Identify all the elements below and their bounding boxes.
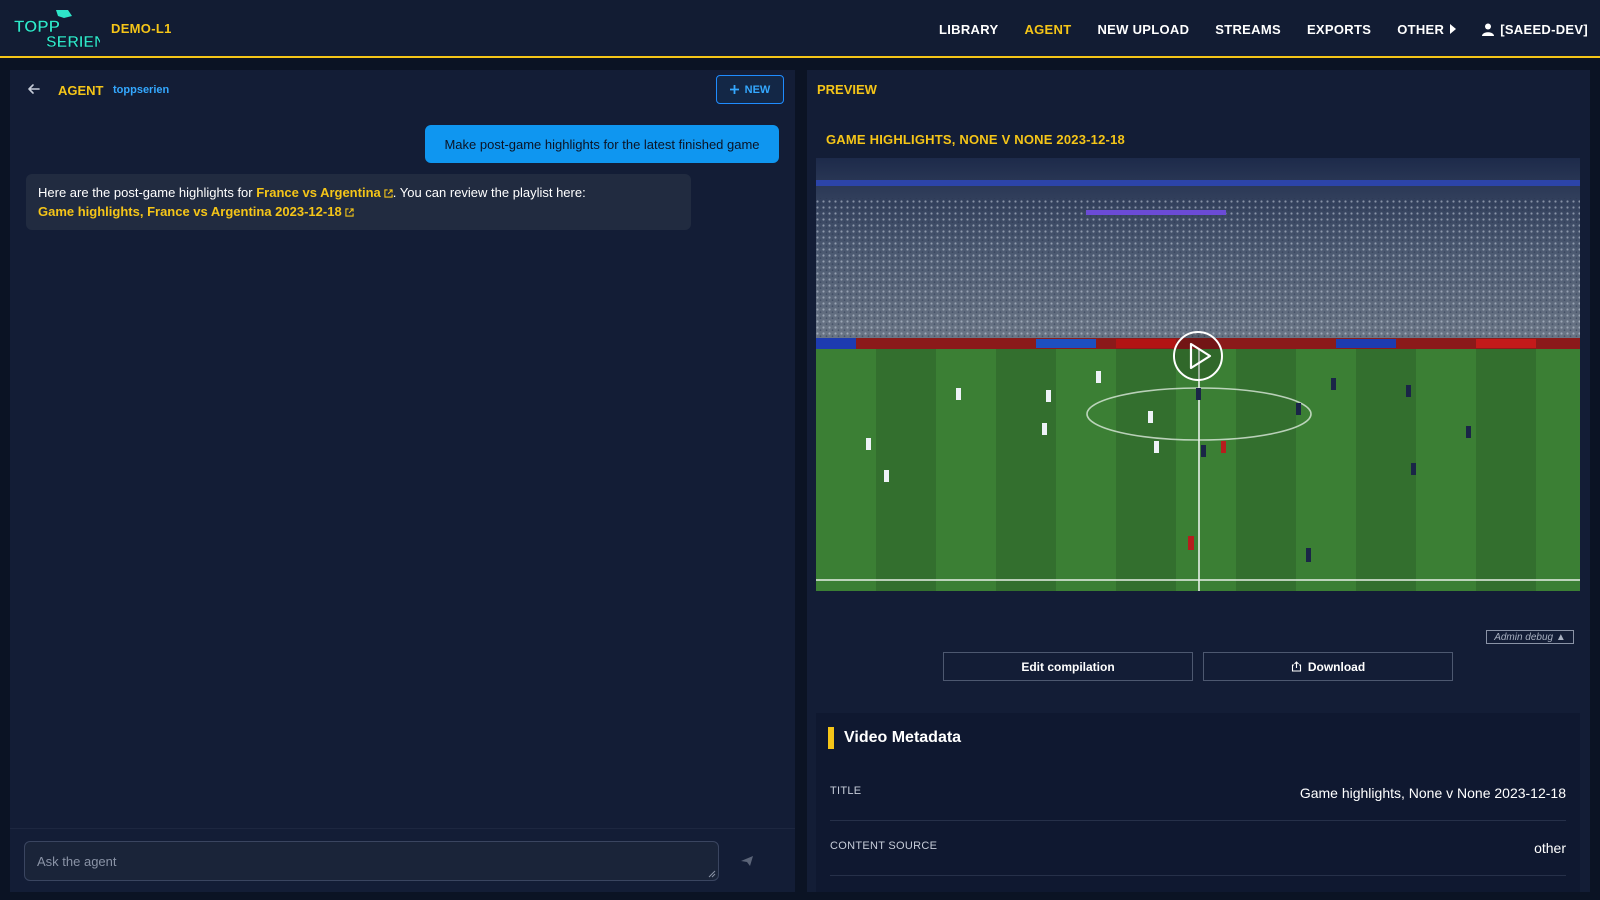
metadata-row-title: TITLE Game highlights, None v None 2023-… (830, 773, 1566, 821)
playlist-link[interactable]: Game highlights, France vs Argentina 202… (38, 204, 354, 219)
project-name[interactable]: DEMO-L1 (111, 21, 172, 36)
video-title: GAME HIGHLIGHTS, NONE V NONE 2023-12-18 (826, 132, 1125, 147)
preview-title: PREVIEW (817, 82, 877, 97)
download-label: Download (1307, 659, 1366, 674)
download-button[interactable]: Download (1203, 652, 1453, 681)
agent-panel: AGENT toppserien NEW Make post-game high… (10, 70, 795, 892)
agent-input[interactable]: Ask the agent (24, 841, 719, 881)
share-upload-icon (1291, 661, 1301, 672)
user-icon (1482, 23, 1495, 36)
user-menu[interactable]: [SAEED-DEV] (1482, 22, 1588, 37)
game-link[interactable]: France vs Argentina (256, 185, 393, 200)
agent-message-text: Here are the post-game highlights for (38, 185, 257, 200)
metadata-value: Game highlights, None v None 2023-12-18 (1299, 785, 1566, 801)
toppserien-logo[interactable]: TOPP SERIEN (12, 8, 100, 50)
video-actions: Edit compilation Download (943, 652, 1453, 681)
preview-panel: PREVIEW GAME HIGHLIGHTS, NONE V NONE 202… (807, 70, 1590, 892)
edit-compilation-button[interactable]: Edit compilation (943, 652, 1193, 681)
video-frame (816, 158, 1580, 591)
external-link-icon (345, 208, 354, 217)
metadata-header: Video Metadata (828, 727, 961, 749)
brand-bottom-text: SERIEN (46, 34, 100, 50)
new-chat-button[interactable]: NEW (716, 75, 784, 104)
agent-subtitle: toppserien (113, 84, 170, 96)
video-metadata-card: Video Metadata TITLE Game highlights, No… (816, 713, 1580, 892)
edit-compilation-label: Edit compilation (1021, 659, 1115, 674)
playlist-link-label: Game highlights, France vs Argentina 202… (38, 204, 342, 219)
metadata-key: TITLE (830, 785, 862, 797)
nav-new-upload[interactable]: NEW UPLOAD (1097, 22, 1189, 37)
agent-header: AGENT toppserien NEW (10, 70, 795, 110)
agent-message-text-2: . You can review the playlist here: (392, 185, 586, 200)
metadata-row-content-source: CONTENT SOURCE other (830, 828, 1566, 876)
send-icon[interactable] (740, 855, 754, 867)
video-player[interactable] (816, 158, 1580, 591)
top-nav-bar: TOPP SERIEN DEMO-L1 LIBRARY AGENT NEW UP… (0, 0, 1600, 58)
caret-right-icon (1450, 24, 1457, 34)
nav-agent[interactable]: AGENT (1024, 22, 1071, 37)
nav-other-label: OTHER (1397, 21, 1445, 37)
nav-exports[interactable]: EXPORTS (1307, 22, 1371, 37)
plus-icon (729, 85, 739, 94)
resize-handle-icon[interactable] (708, 870, 716, 878)
metadata-accent-bar (828, 727, 834, 749)
agent-title: AGENT (58, 83, 104, 98)
game-link-label: France vs Argentina (256, 185, 381, 200)
user-name: [SAEED-DEV] (1500, 21, 1588, 37)
composer: Ask the agent (10, 828, 795, 892)
admin-debug-toggle[interactable]: Admin debug ▲ (1486, 630, 1574, 644)
metadata-key: CONTENT SOURCE (830, 840, 938, 852)
agent-input-placeholder: Ask the agent (37, 853, 117, 869)
nav-streams[interactable]: STREAMS (1215, 22, 1281, 37)
metadata-value: other (1534, 840, 1566, 856)
main-nav: LIBRARY AGENT NEW UPLOAD STREAMS EXPORTS… (939, 0, 1588, 58)
arrow-left-icon[interactable] (25, 80, 43, 98)
user-message-bubble: Make post-game highlights for the latest… (425, 125, 779, 163)
metadata-title: Video Metadata (844, 729, 962, 746)
nav-library[interactable]: LIBRARY (939, 22, 998, 37)
agent-message-bubble: Here are the post-game highlights for Fr… (26, 174, 691, 230)
new-chat-label: NEW (744, 83, 771, 96)
nav-other[interactable]: OTHER (1397, 21, 1457, 37)
external-link-icon (384, 189, 393, 198)
